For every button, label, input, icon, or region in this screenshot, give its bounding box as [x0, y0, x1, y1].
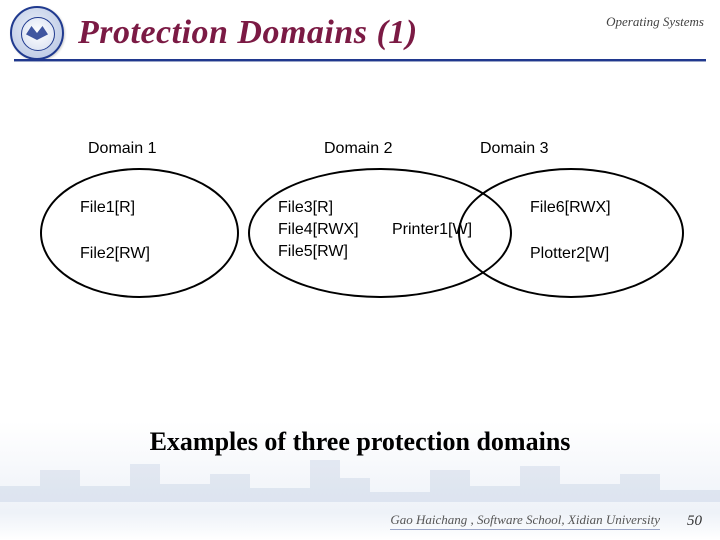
domain-2-file4: File4[RWX]: [278, 220, 359, 241]
course-label: Operating Systems: [606, 14, 704, 30]
page-title: Protection Domains (1): [78, 14, 418, 52]
university-logo: [10, 6, 64, 60]
domain-3-file6: File6[RWX]: [530, 198, 611, 219]
domain-1-file2: File2[RW]: [80, 244, 150, 265]
domain-3-plotter2: Plotter2[W]: [530, 244, 609, 265]
title-underline: [14, 59, 706, 62]
domain-1-file1: File1[R]: [80, 198, 135, 219]
header: Protection Domains (1) Operating Systems: [0, 0, 720, 72]
background-silhouette-icon: [0, 456, 720, 502]
domain-2-file5: File5[RW]: [278, 242, 348, 263]
domain-1-label: Domain 1: [88, 140, 156, 158]
domain-3-ellipse-icon: [458, 168, 684, 298]
domain-2-file3: File3[R]: [278, 198, 333, 219]
slide: Protection Domains (1) Operating Systems…: [0, 0, 720, 540]
domain-3-label: Domain 3: [480, 140, 548, 158]
overlap-printer1: Printer1[W]: [392, 220, 472, 241]
domains-diagram: Domain 1 Domain 2 Domain 3 File1[R] File…: [40, 140, 680, 340]
page-number: 50: [687, 513, 702, 530]
domain-2-label: Domain 2: [324, 140, 392, 158]
footer-credit: Gao Haichang , Software School, Xidian U…: [390, 512, 660, 530]
figure-caption: Examples of three protection domains: [0, 427, 720, 457]
domain-1-ellipse-icon: [40, 168, 239, 298]
